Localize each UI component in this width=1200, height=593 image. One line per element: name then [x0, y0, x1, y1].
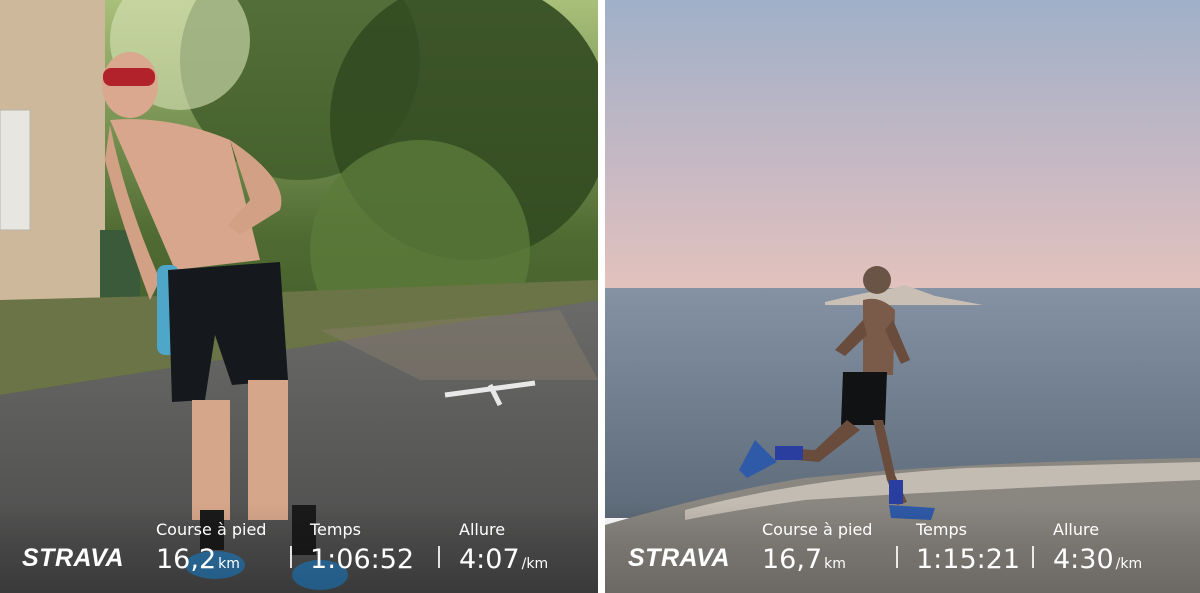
distance-label: Course à pied: [762, 520, 873, 539]
pace-number: 4:07: [459, 544, 520, 575]
pace-value: 4:07/km: [459, 544, 548, 575]
time-value: 1:06:52: [310, 544, 415, 575]
distance-unit: km: [218, 556, 240, 572]
time-value: 1:15:21: [916, 544, 1021, 575]
stat-divider: [1032, 546, 1034, 568]
stat-divider: [896, 546, 898, 568]
distance-number: 16,7: [762, 544, 823, 575]
distance-label: Course à pied: [156, 520, 267, 539]
distance-number: 16,2: [156, 544, 217, 575]
strava-logo: STRAVA: [628, 544, 731, 572]
activity-photo-left: STRAVA Course à pied 16,2 km Temps 1:06:5…: [0, 0, 598, 593]
activity-photo-right: STRAVA Course à pied 16,7 km Temps 1:15:2…: [605, 0, 1200, 593]
pace-unit: /km: [521, 556, 549, 572]
pace-unit: /km: [1115, 556, 1143, 572]
distance-value: 16,2 km: [156, 544, 240, 575]
distance-value: 16,7 km: [762, 544, 846, 575]
pace-label: Allure: [459, 520, 506, 539]
pace-label: Allure: [1053, 520, 1100, 539]
time-label: Temps: [310, 520, 361, 539]
pace-number: 4:30: [1053, 544, 1114, 575]
stat-divider: [290, 546, 292, 568]
stat-divider: [438, 546, 440, 568]
time-label: Temps: [916, 520, 967, 539]
pace-value: 4:30/km: [1053, 544, 1142, 575]
distance-unit: km: [824, 556, 846, 572]
strava-logo: STRAVA: [22, 544, 125, 572]
